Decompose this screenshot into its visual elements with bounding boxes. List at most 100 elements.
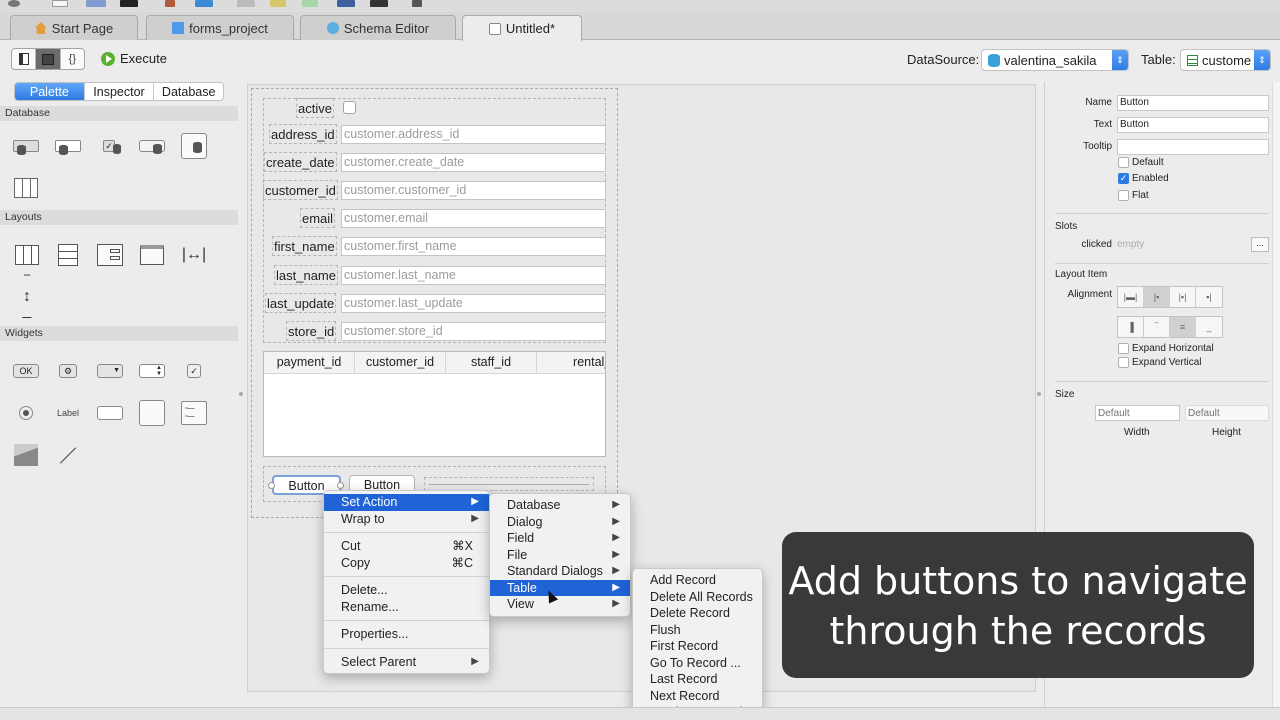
right-splitter-handle[interactable]	[1037, 392, 1041, 396]
menu-item-file[interactable]: File ▶	[490, 547, 630, 564]
resize-handle-left[interactable]	[268, 482, 275, 489]
vertical-scrollbar[interactable]	[1272, 82, 1280, 707]
enabled-checkbox[interactable]: ✓	[1118, 173, 1129, 184]
menu-item-standard-dialogs[interactable]: Standard Dialogs ▶	[490, 563, 630, 580]
left-splitter-handle[interactable]	[239, 392, 243, 396]
align-left-button[interactable]: |▪	[1144, 287, 1170, 307]
active-checkbox[interactable]	[343, 101, 356, 114]
valign-stretch-button[interactable]: ▐	[1118, 317, 1144, 337]
menu-item-delete-all-records[interactable]: Delete All Records	[633, 589, 762, 606]
height-input[interactable]	[1185, 405, 1269, 421]
resize-handle-right[interactable]	[337, 482, 344, 489]
text-edit-icon[interactable]	[138, 399, 166, 427]
table-select[interactable]: custome ⇕	[1180, 49, 1271, 71]
store-id-field[interactable]: customer.store_id	[341, 322, 606, 341]
wrench-icon[interactable]	[412, 0, 422, 7]
column-header[interactable]: payment_id	[264, 352, 355, 373]
vertical-spacer-icon[interactable]: ‾ ↕ _	[13, 275, 41, 319]
form-layout-icon[interactable]	[96, 241, 124, 269]
last-name-field[interactable]: customer.last_name	[341, 266, 606, 285]
menu-item-database[interactable]: Database ▶	[490, 497, 630, 514]
open-icon[interactable]	[86, 0, 106, 7]
combobox-icon[interactable]: ▼	[96, 357, 124, 385]
flat-checkbox[interactable]	[1118, 190, 1129, 201]
customer-id-field[interactable]: customer.customer_id	[341, 181, 606, 200]
menu-item-wrap-to[interactable]: Wrap to ▶	[324, 511, 489, 528]
new-document-icon[interactable]	[52, 0, 68, 7]
tool-button-icon[interactable]: ⚙	[54, 357, 82, 385]
tab-inspector[interactable]: Inspector	[85, 83, 155, 100]
folder-icon[interactable]	[270, 0, 286, 7]
settings-icon[interactable]	[8, 0, 20, 7]
db-spinbox-icon[interactable]	[54, 132, 82, 160]
menu-item-go-to-record[interactable]: Go To Record ...	[633, 655, 762, 672]
line-icon[interactable]	[54, 441, 82, 469]
horizontal-spacer[interactable]	[424, 477, 594, 491]
column-header[interactable]: staff_id	[446, 352, 537, 373]
last-update-field[interactable]: customer.last_update	[341, 294, 606, 313]
db-lineedit-icon[interactable]	[138, 132, 166, 160]
menu-item-next-record[interactable]: Next Record	[633, 688, 762, 705]
menu-item-set-action[interactable]: Set Action ▶	[324, 494, 489, 511]
book-icon[interactable]	[165, 0, 175, 7]
datasource-select[interactable]: valentina_sakila ⇕	[981, 49, 1129, 71]
menu-item-last-record[interactable]: Last Record	[633, 671, 762, 688]
column-header[interactable]: rental_id	[537, 352, 605, 373]
valign-top-button[interactable]: ‾	[1144, 317, 1170, 337]
tab-start-page[interactable]: Start Page	[10, 15, 138, 40]
tooltip-field[interactable]	[1117, 139, 1269, 155]
menu-item-cut[interactable]: Cut ⌘X	[324, 538, 489, 555]
image-icon[interactable]	[12, 441, 40, 469]
expand-horizontal-checkbox[interactable]	[1118, 343, 1129, 354]
name-field[interactable]: Button	[1117, 95, 1269, 111]
tab-forms-project[interactable]: forms_project	[146, 15, 294, 40]
tab-widget-icon[interactable]	[138, 241, 166, 269]
align-center-button[interactable]: |▪|	[1170, 287, 1196, 307]
save-icon[interactable]	[120, 0, 138, 7]
horizontal-layout-icon[interactable]	[13, 241, 41, 269]
valign-bottom-button[interactable]: _	[1196, 317, 1222, 337]
table-icon[interactable]	[302, 0, 318, 7]
sidebar-view-button[interactable]	[12, 49, 37, 69]
menu-item-delete[interactable]: Delete...	[324, 582, 489, 599]
menu-item-copy[interactable]: Copy ⌘C	[324, 555, 489, 572]
execute-button[interactable]: Execute	[101, 51, 167, 66]
align-justify-button[interactable]: |▬|	[1118, 287, 1144, 307]
db-textedit-icon[interactable]	[180, 132, 208, 160]
default-checkbox[interactable]	[1118, 157, 1129, 168]
tab-palette[interactable]: Palette	[15, 83, 85, 100]
address-id-field[interactable]: customer.address_id	[341, 125, 606, 144]
menu-item-dialog[interactable]: Dialog ▶	[490, 514, 630, 531]
menu-item-table[interactable]: Table ▶	[490, 579, 630, 596]
label-icon[interactable]: Label	[54, 399, 82, 427]
db-combobox-icon[interactable]	[12, 132, 40, 160]
align-right-button[interactable]: ▪|	[1196, 287, 1222, 307]
width-input[interactable]	[1095, 405, 1180, 421]
tab-untitled[interactable]: Untitled*	[462, 15, 582, 41]
checkbox-icon[interactable]: ✓	[180, 357, 208, 385]
menu-item-rename[interactable]: Rename...	[324, 599, 489, 616]
menu-item-select-parent[interactable]: Select Parent ▶	[324, 654, 489, 671]
push-button-icon[interactable]: OK	[12, 357, 40, 385]
menu-item-flush[interactable]: Flush	[633, 622, 762, 639]
search-icon[interactable]	[195, 0, 213, 7]
line-edit-icon[interactable]	[96, 399, 124, 427]
tab-schema-editor[interactable]: Schema Editor	[300, 15, 456, 40]
menu-item-add-record[interactable]: Add Record	[633, 572, 762, 589]
records-grid[interactable]: payment_id customer_id staff_id rental_i…	[263, 351, 606, 457]
form-view-button[interactable]	[36, 49, 61, 69]
spinbox-icon[interactable]: ▲ ▼	[138, 357, 166, 385]
valign-center-button[interactable]: ≡	[1170, 317, 1196, 337]
first-name-field[interactable]: customer.first_name	[341, 237, 606, 256]
menu-item-field[interactable]: Field ▶	[490, 530, 630, 547]
menu-item-properties[interactable]: Properties...	[324, 626, 489, 643]
radio-button-icon[interactable]	[12, 399, 40, 427]
text-field[interactable]: Button	[1117, 117, 1269, 133]
column-header[interactable]: customer_id	[355, 352, 446, 373]
create-date-field[interactable]: customer.create_date	[341, 153, 606, 172]
db-checkbox-icon[interactable]: ✓	[98, 132, 126, 160]
email-field[interactable]: customer.email	[341, 209, 606, 228]
window-icon[interactable]	[337, 0, 355, 7]
vertical-layout-icon[interactable]	[54, 241, 82, 269]
menu-item-first-record[interactable]: First Record	[633, 638, 762, 655]
